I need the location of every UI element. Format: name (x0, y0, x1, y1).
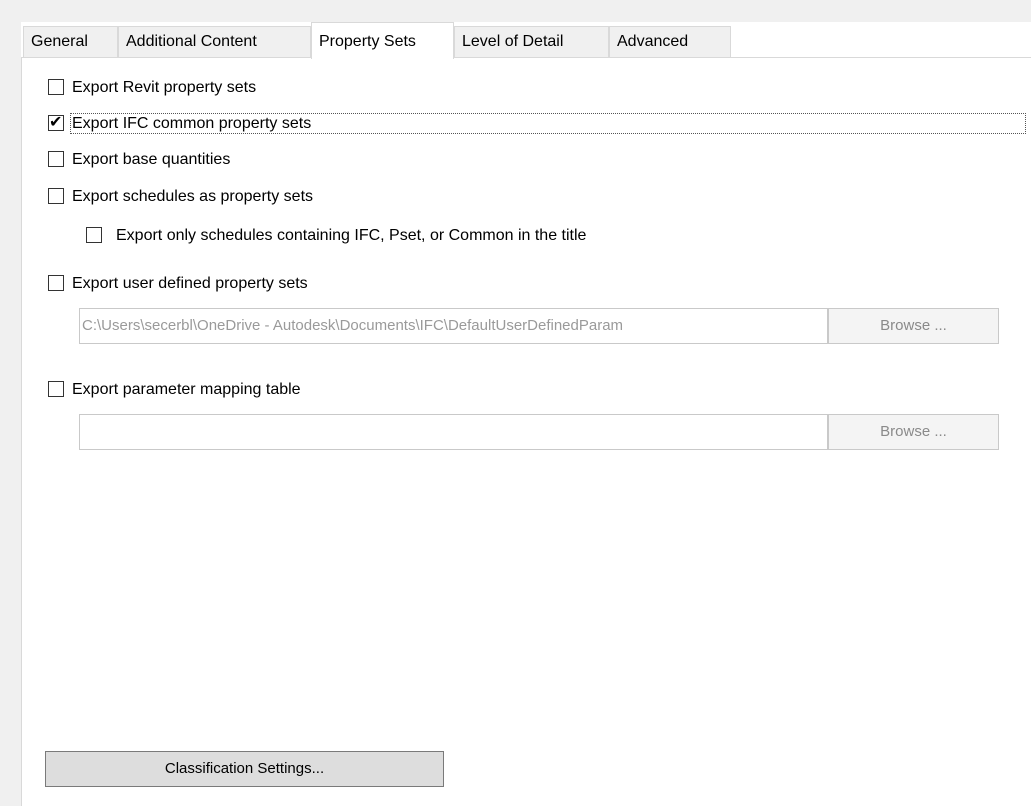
top-strip (0, 0, 1031, 22)
tab-property-sets[interactable]: Property Sets (311, 22, 454, 59)
left-edge (0, 22, 21, 806)
export-parameter-mapping-checkbox[interactable] (48, 381, 64, 397)
export-schedules-label: Export schedules as property sets (72, 188, 314, 205)
tab-advanced[interactable]: Advanced (609, 26, 731, 57)
user-defined-path-field[interactable]: C:\Users\secerbl\OneDrive - Autodesk\Doc… (79, 308, 828, 344)
parameter-mapping-browse-button[interactable]: Browse ... (828, 414, 999, 450)
user-defined-browse-button[interactable]: Browse ... (828, 308, 999, 344)
parameter-mapping-path-field[interactable] (79, 414, 828, 450)
tab-general[interactable]: General (23, 26, 118, 57)
export-only-schedules-label: Export only schedules containing IFC, Ps… (116, 227, 587, 244)
export-ifc-common-property-sets-checkbox[interactable]: ✔ (48, 114, 64, 131)
export-revit-property-sets-label: Export Revit property sets (72, 79, 257, 96)
focus-rectangle (70, 113, 1026, 134)
export-user-defined-checkbox[interactable] (48, 275, 64, 291)
export-base-quantities-label: Export base quantities (72, 151, 231, 168)
checkmark-icon: ✔ (49, 114, 63, 131)
classification-settings-button[interactable]: Classification Settings... (45, 751, 444, 787)
export-only-schedules-checkbox[interactable] (86, 227, 102, 243)
export-user-defined-label: Export user defined property sets (72, 275, 308, 292)
export-schedules-checkbox[interactable] (48, 188, 64, 204)
export-parameter-mapping-label: Export parameter mapping table (72, 381, 301, 398)
export-base-quantities-checkbox[interactable] (48, 151, 64, 167)
export-revit-property-sets-checkbox[interactable] (48, 79, 64, 95)
tab-additional-content[interactable]: Additional Content (118, 26, 311, 57)
tab-level-of-detail[interactable]: Level of Detail (454, 26, 609, 57)
